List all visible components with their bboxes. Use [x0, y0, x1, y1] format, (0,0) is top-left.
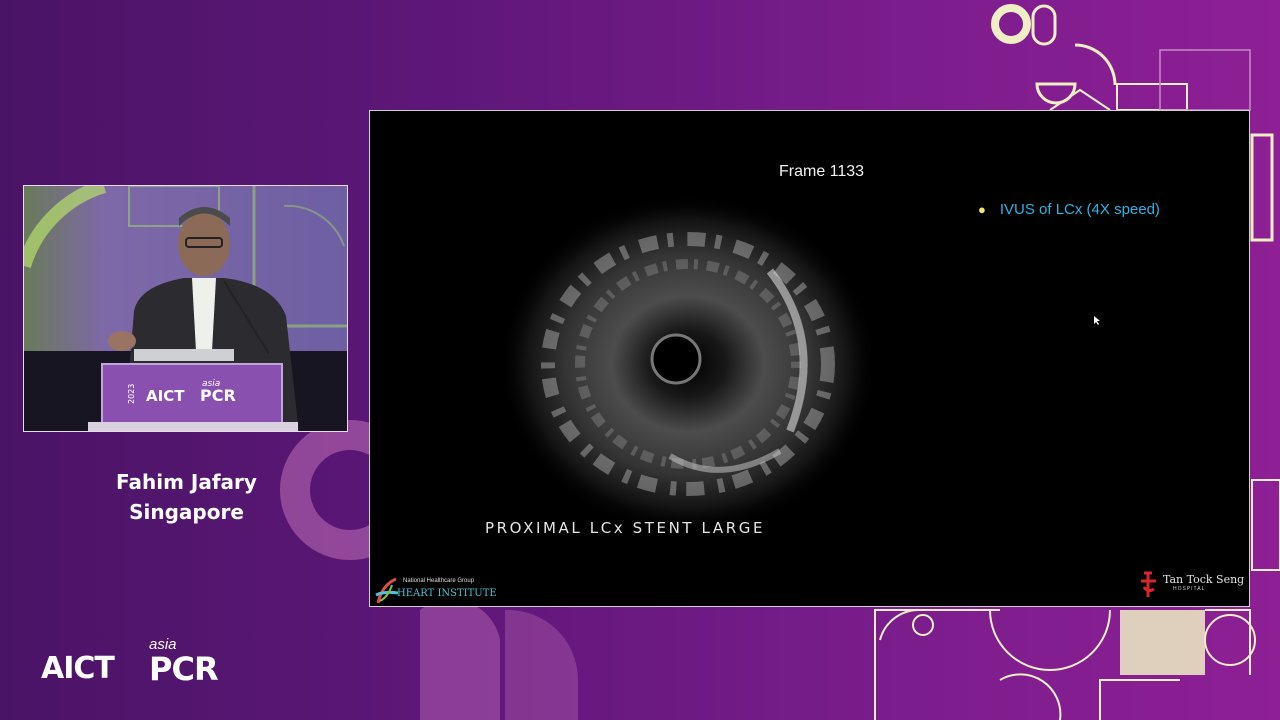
heart-institute-logo-small: National Healthcare Group	[403, 578, 475, 584]
tan-tock-seng-logo-icon	[1141, 571, 1156, 597]
presentation-slide: Frame 1133 ● IVUS of LCx (4X speed) PROXI…	[369, 110, 1250, 607]
mouse-cursor-icon	[1094, 316, 1100, 325]
heart-institute-logo-text: HEART INSTITUTE	[397, 588, 497, 599]
slide-bullet-text: IVUS of LCx (4X speed)	[999, 201, 1160, 218]
speaker-location: Singapore	[129, 500, 244, 524]
bullet-dot-icon: ●	[978, 202, 986, 217]
speaker-name: Fahim Jafary	[116, 470, 257, 494]
podium-brand: AICT	[146, 387, 185, 405]
tan-tock-seng-logo-sub: HOSPITAL	[1173, 586, 1206, 592]
podium-year: 2023	[127, 384, 136, 404]
frame-label: Frame 1133	[779, 163, 865, 180]
tan-tock-seng-logo-text: Tan Tock Seng	[1163, 573, 1245, 586]
ivus-caption: PROXIMAL LCx STENT LARGE	[485, 519, 766, 537]
speaker-video-frame: 2023 AICT asia PCR	[24, 186, 347, 431]
speaker-video: 2023 AICT asia PCR	[23, 185, 348, 432]
event-logo-aict: AICT	[41, 651, 115, 686]
slide-bullet: ● IVUS of LCx (4X speed)	[978, 201, 1160, 218]
podium-pcr: PCR	[200, 386, 236, 405]
event-logo-pcr: PCR	[149, 650, 219, 688]
